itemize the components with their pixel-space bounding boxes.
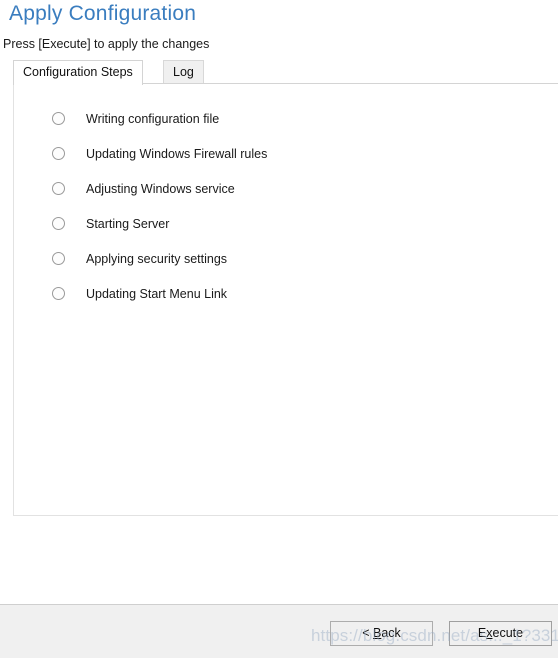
- radio-unchecked-icon: [52, 217, 65, 230]
- list-item[interactable]: Applying security settings: [52, 241, 492, 276]
- step-label: Applying security settings: [86, 251, 228, 266]
- tab-log[interactable]: Log: [163, 60, 204, 83]
- execute-button-suffix: ecute: [492, 626, 524, 640]
- step-label: Updating Windows Firewall rules: [86, 146, 268, 161]
- step-label: Starting Server: [86, 216, 170, 231]
- tab-configuration-steps[interactable]: Configuration Steps: [13, 60, 143, 85]
- configuration-steps-list: Writing configuration file Updating Wind…: [52, 101, 492, 311]
- radio-unchecked-icon: [52, 252, 65, 265]
- apply-configuration-wizard-page: Apply Configuration Press [Execute] to a…: [0, 0, 558, 658]
- step-label: Adjusting Windows service: [86, 181, 235, 196]
- list-item[interactable]: Writing configuration file: [52, 101, 492, 136]
- footer-bar: < Back Execute: [0, 604, 558, 658]
- page-subtitle: Press [Execute] to apply the changes: [3, 37, 210, 51]
- page-title: Apply Configuration: [9, 2, 197, 25]
- list-item[interactable]: Updating Start Menu Link: [52, 276, 492, 311]
- radio-unchecked-icon: [52, 182, 65, 195]
- radio-unchecked-icon: [52, 112, 65, 125]
- list-item[interactable]: Updating Windows Firewall rules: [52, 136, 492, 171]
- list-item[interactable]: Starting Server: [52, 206, 492, 241]
- back-button-prefix: <: [362, 626, 373, 640]
- back-button[interactable]: < Back: [330, 621, 433, 646]
- step-label: Writing configuration file: [86, 111, 220, 126]
- back-button-suffix: ack: [381, 626, 401, 640]
- tab-panel-configuration-steps: Writing configuration file Updating Wind…: [13, 83, 558, 516]
- radio-unchecked-icon: [52, 287, 65, 300]
- step-label: Updating Start Menu Link: [86, 286, 228, 301]
- radio-unchecked-icon: [52, 147, 65, 160]
- list-item[interactable]: Adjusting Windows service: [52, 171, 492, 206]
- execute-button-prefix: E: [477, 626, 487, 640]
- execute-button[interactable]: Execute: [449, 621, 552, 646]
